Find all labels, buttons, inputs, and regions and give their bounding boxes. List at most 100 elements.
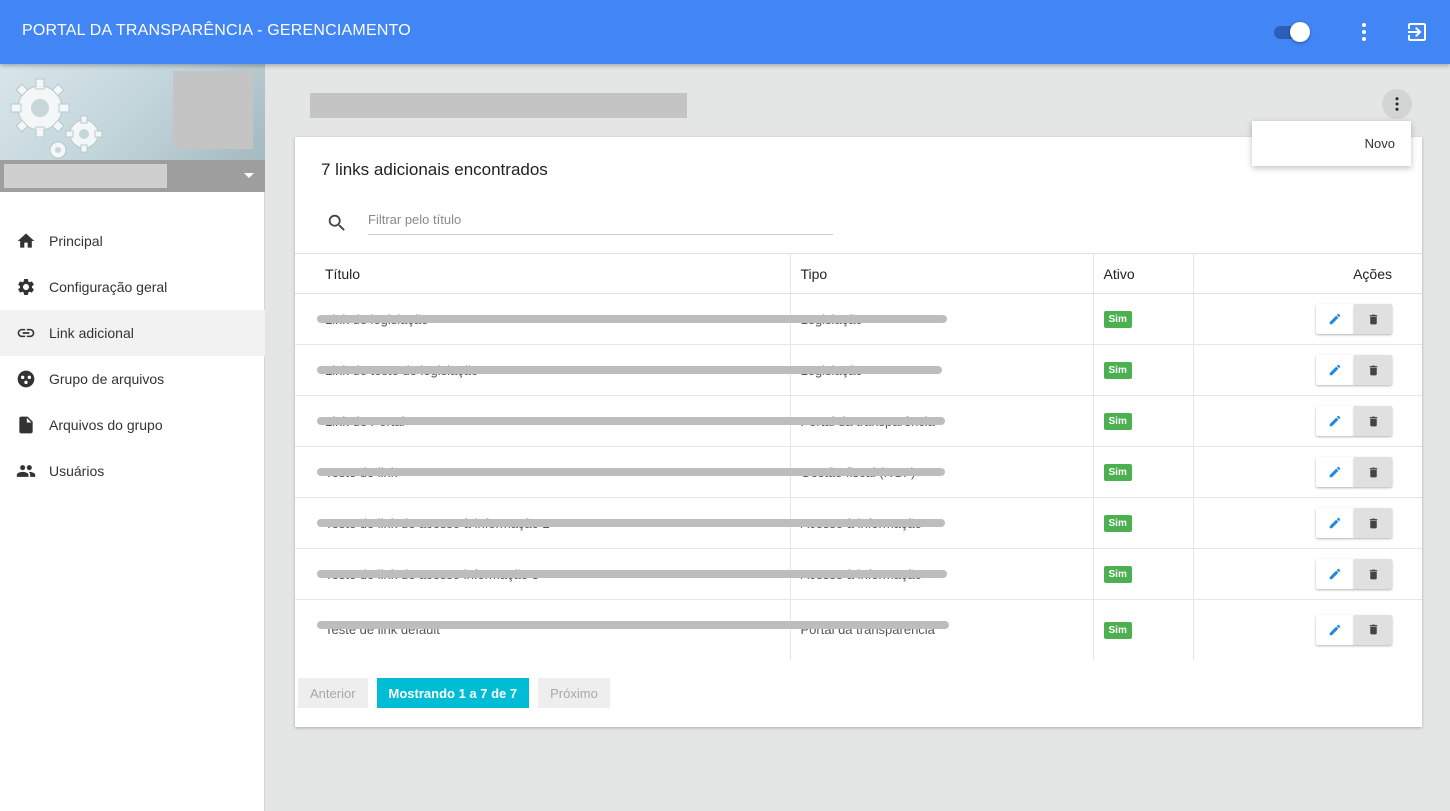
search-input[interactable] — [368, 205, 833, 235]
sidebar-item-label: Link adicional — [49, 325, 134, 341]
edit-button[interactable] — [1316, 508, 1354, 538]
pagination: Anterior Mostrando 1 a 7 de 7 Próximo — [298, 678, 610, 708]
users-icon — [16, 461, 36, 481]
sidebar-item-label: Usuários — [49, 463, 105, 479]
sidebar-item-usuarios[interactable]: Usuários — [0, 448, 265, 494]
pencil-icon — [1328, 567, 1342, 581]
cell-acoes — [1193, 293, 1422, 345]
row-actions — [1194, 406, 1392, 436]
cell-titulo: Teste de link default — [295, 599, 949, 660]
page-more-button[interactable] — [1382, 89, 1412, 119]
cell-acoes — [1193, 446, 1422, 498]
status-badge: Sim — [1103, 566, 1132, 583]
next-page-button[interactable]: Próximo — [538, 678, 610, 708]
sidebar-item-label: Principal — [49, 233, 103, 249]
status-badge: Sim — [1103, 515, 1132, 532]
pagination-info: Mostrando 1 a 7 de 7 — [376, 678, 530, 708]
cell-titulo: Teste de link — [295, 446, 945, 498]
edit-button[interactable] — [1316, 614, 1354, 645]
table-row: Link de teste de legislaçãoLegislaçãoSim — [295, 344, 1422, 396]
cell-titulo: Link de legislação — [295, 293, 947, 345]
cell-tipo: Portal da transparência — [790, 599, 1094, 660]
redaction-bar — [317, 366, 942, 374]
sidebar-item-link-adicional[interactable]: Link adicional — [0, 310, 265, 356]
column-header-titulo[interactable]: Título — [295, 253, 791, 294]
row-actions — [1194, 355, 1392, 385]
trash-icon — [1367, 623, 1380, 636]
profile-dropdown[interactable] — [0, 160, 265, 192]
profile-name-redacted — [4, 164, 167, 188]
home-icon — [16, 231, 36, 251]
sidebar-item-label: Arquivos do grupo — [49, 417, 163, 433]
avatar — [173, 71, 253, 149]
toggle-thumb — [1290, 22, 1310, 42]
sidebar-item-grupo-arquivos[interactable]: Grupo de arquivos — [0, 356, 265, 402]
delete-button[interactable] — [1354, 304, 1392, 334]
table-row: Teste de link de acesso informação 3Aces… — [295, 548, 1422, 600]
more-vert-icon[interactable] — [1352, 20, 1376, 44]
pencil-icon — [1328, 623, 1342, 637]
cell-ativo: Sim — [1093, 293, 1194, 345]
gear-icon — [16, 277, 36, 297]
profile-header — [0, 64, 265, 192]
theme-toggle[interactable] — [1272, 22, 1312, 42]
cell-titulo: Teste de link de acesso à informação 2 — [295, 497, 945, 549]
previous-page-button[interactable]: Anterior — [298, 678, 368, 708]
page-title-redacted — [310, 93, 687, 118]
edit-button[interactable] — [1316, 559, 1354, 589]
sidebar-nav: Principal Configuração geral Link adicio… — [0, 218, 265, 494]
delete-button[interactable] — [1354, 457, 1392, 487]
app-title: PORTAL DA TRANSPARÊNCIA - GERENCIAMENTO — [22, 22, 411, 39]
menu-item-novo[interactable]: Novo — [1365, 136, 1395, 151]
redaction-bar — [317, 621, 949, 629]
edit-button[interactable] — [1316, 457, 1354, 487]
page-actions-menu: Novo — [1252, 121, 1411, 166]
sidebar-item-arquivos-grupo[interactable]: Arquivos do grupo — [0, 402, 265, 448]
pencil-icon — [1328, 312, 1342, 326]
row-actions — [1194, 559, 1392, 589]
sidebar-item-configuracao[interactable]: Configuração geral — [0, 264, 265, 310]
table-row: Link de legislaçãoLegislaçãoSim — [295, 293, 1422, 345]
delete-button[interactable] — [1354, 355, 1392, 385]
cell-ativo: Sim — [1093, 344, 1194, 396]
row-actions — [1194, 304, 1392, 334]
table-row: Teste de linkGestão fiscal (RGF)Sim — [295, 446, 1422, 498]
redaction-bar — [317, 315, 947, 323]
status-badge: Sim — [1103, 621, 1132, 639]
edit-button[interactable] — [1316, 355, 1354, 385]
links-card: 7 links adicionais encontrados Título Ti… — [295, 137, 1422, 727]
table-row: Teste de link de acesso à informação 2Ac… — [295, 497, 1422, 549]
cell-ativo: Sim — [1093, 446, 1194, 498]
sidebar-item-label: Grupo de arquivos — [49, 371, 165, 387]
cell-titulo: Link de teste de legislação — [295, 344, 942, 396]
cell-acoes — [1193, 395, 1422, 447]
trash-icon — [1367, 466, 1380, 479]
sidebar-item-principal[interactable]: Principal — [0, 218, 265, 264]
delete-button[interactable] — [1354, 406, 1392, 436]
delete-button[interactable] — [1354, 614, 1392, 645]
column-header-ativo[interactable]: Ativo — [1093, 253, 1194, 294]
trash-icon — [1367, 568, 1380, 581]
status-badge: Sim — [1103, 464, 1132, 481]
status-badge: Sim — [1103, 413, 1132, 430]
cell-ativo: Sim — [1093, 395, 1194, 447]
cell-titulo: Teste de link de acesso informação 3 — [295, 548, 947, 600]
sidebar-item-label: Configuração geral — [49, 279, 168, 295]
cell-acoes — [1193, 497, 1422, 549]
delete-button[interactable] — [1354, 508, 1392, 538]
cell-ativo: Sim — [1093, 599, 1194, 660]
redaction-bar — [317, 519, 945, 527]
results-count-title: 7 links adicionais encontrados — [321, 160, 548, 179]
exit-icon[interactable] — [1405, 20, 1429, 44]
pencil-icon — [1328, 516, 1342, 530]
column-header-tipo[interactable]: Tipo — [790, 253, 1094, 294]
trash-icon — [1367, 313, 1380, 326]
edit-button[interactable] — [1316, 304, 1354, 334]
delete-button[interactable] — [1354, 559, 1392, 589]
row-actions — [1194, 457, 1392, 487]
trash-icon — [1367, 364, 1380, 377]
edit-button[interactable] — [1316, 406, 1354, 436]
links-table: Título Tipo Ativo Ações Link de legislaç… — [295, 253, 1422, 660]
row-actions — [1194, 508, 1392, 538]
cell-acoes — [1193, 344, 1422, 396]
